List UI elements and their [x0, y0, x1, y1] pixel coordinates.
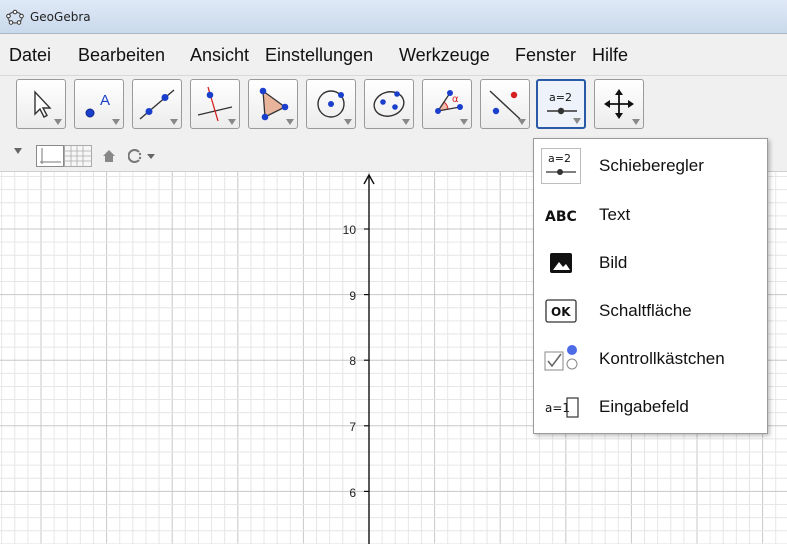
menu-bar: Datei Bearbeiten Ansicht Einstellungen W… [0, 34, 787, 76]
tool-circle[interactable] [306, 79, 356, 129]
y-axis-label-9: 9 [349, 289, 356, 303]
svg-text:ABC: ABC [545, 209, 577, 225]
tool-move[interactable] [16, 79, 66, 129]
svg-text:a=2: a=2 [549, 91, 572, 104]
popup-item-label: Text [599, 205, 631, 224]
y-axis-label-6: 6 [349, 486, 356, 500]
menu-werkzeuge[interactable]: Werkzeuge [399, 45, 490, 66]
perpendicular-line-tool-icon [197, 86, 233, 122]
svg-text:a=1: a=1 [545, 401, 570, 415]
y-axis-label-7: 7 [349, 420, 356, 434]
popup-item-label: Kontrollkästchen [599, 349, 725, 368]
popup-item-bild[interactable]: Bild [534, 239, 767, 287]
angle-tool-icon: α [435, 90, 463, 114]
point-capturing-icon[interactable] [128, 149, 142, 163]
image-icon [550, 253, 572, 273]
popup-item-schieberegler[interactable]: a=2 Schieberegler [534, 142, 767, 190]
y-axis-label-10: 10 [342, 223, 356, 237]
tool-polygon[interactable] [248, 79, 298, 129]
popup-item-label: Schaltfläche [599, 301, 692, 320]
move-tool-icon [34, 90, 52, 118]
popup-item-kontrollkaestchen[interactable]: Kontrollkästchen [534, 335, 767, 383]
conic-tool-icon [373, 91, 405, 117]
popup-item-schaltflaeche[interactable]: OK Schaltfläche [534, 287, 767, 335]
button-icon: OK [545, 299, 577, 323]
popup-item-label: Bild [599, 253, 628, 272]
tool-line[interactable] [132, 79, 182, 129]
svg-text:α: α [452, 94, 459, 105]
point-tool-icon: A [85, 92, 110, 118]
tool-conic[interactable] [364, 79, 414, 129]
tool-slider[interactable]: a=2 [536, 79, 586, 129]
menu-ansicht[interactable]: Ansicht [190, 45, 249, 66]
popup-item-label: Eingabefeld [599, 397, 689, 416]
popup-item-label: Schieberegler [599, 156, 704, 175]
circle-tool-icon [317, 90, 345, 118]
tool-point[interactable]: A [74, 79, 124, 129]
y-axis-label-8: 8 [349, 354, 356, 368]
tool-angle[interactable]: α [422, 79, 472, 129]
show-axes-button[interactable] [36, 145, 64, 167]
menu-fenster[interactable]: Fenster [515, 45, 576, 66]
polygon-tool-icon [259, 87, 289, 121]
reflect-tool-icon [489, 90, 521, 120]
line-tool-icon [139, 89, 175, 120]
menu-datei[interactable]: Datei [9, 45, 51, 66]
svg-text:OK: OK [551, 305, 571, 319]
move-graphics-view-tool-icon [604, 89, 634, 119]
tool-reflect[interactable] [480, 79, 530, 129]
style-bar-toggle-icon[interactable] [13, 147, 23, 155]
tool-popup-menu: a=2 Schieberegler ABC Text Bild OK Schal… [533, 138, 768, 434]
window-title: GeoGebra [30, 10, 91, 24]
tool-perpendicular-line[interactable] [190, 79, 240, 129]
popup-item-eingabefeld[interactable]: a=1 Eingabefeld [534, 383, 767, 431]
grid-icon [65, 146, 91, 166]
slider-icon: a=2 [546, 152, 576, 175]
checkbox-icon [544, 345, 578, 371]
popup-item-text[interactable]: ABC Text [534, 191, 767, 239]
geogebra-app-icon [6, 9, 24, 25]
home-icon[interactable] [102, 149, 116, 163]
axes-icon [40, 148, 61, 164]
chevron-down-icon[interactable] [146, 153, 156, 160]
tool-move-graphics-view[interactable] [594, 79, 644, 129]
menu-einstellungen[interactable]: Einstellungen [265, 45, 373, 66]
title-bar: GeoGebra [0, 0, 787, 34]
svg-text:a=2: a=2 [548, 152, 571, 165]
toolbar: A α a=2 [0, 76, 787, 140]
menu-bearbeiten[interactable]: Bearbeiten [78, 45, 165, 66]
menu-hilfe[interactable]: Hilfe [592, 45, 628, 66]
show-grid-button[interactable] [64, 145, 92, 167]
text-icon: ABC [545, 209, 577, 225]
svg-text:A: A [100, 92, 110, 109]
input-box-icon: a=1 [545, 397, 579, 418]
